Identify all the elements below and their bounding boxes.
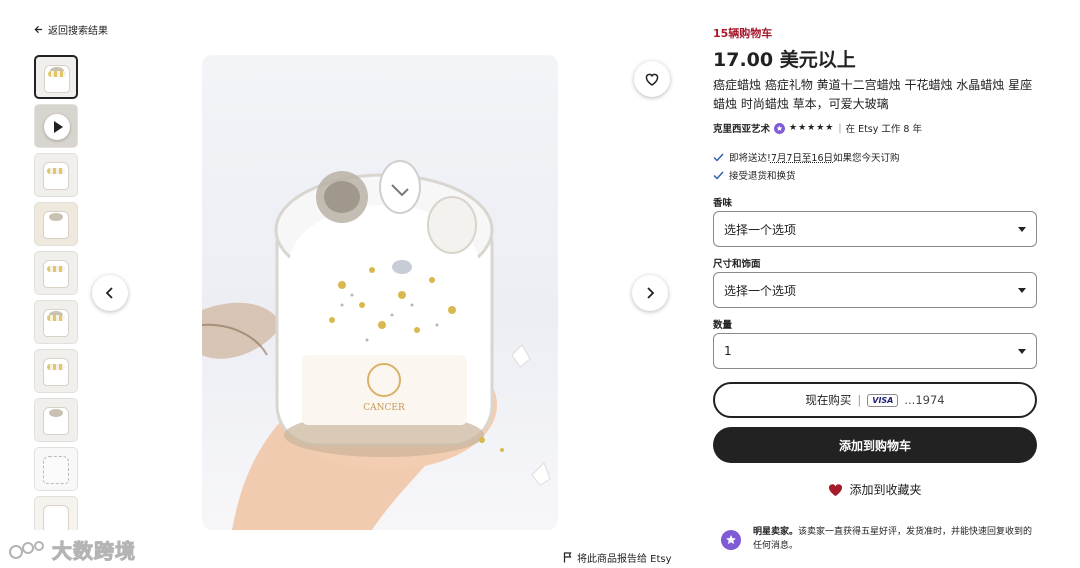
shipping-estimate: 即将送达!7月7日至16日如果您今天订购	[713, 150, 900, 164]
favorite-heart-button[interactable]	[634, 61, 670, 97]
heart-filled-icon	[829, 483, 843, 496]
shipping-suffix: 如果您今天订购	[833, 153, 900, 164]
chevron-left-icon	[105, 287, 113, 299]
report-listing-link[interactable]: 将此商品报告给 Etsy	[563, 550, 672, 565]
thumbnail-9[interactable]	[34, 447, 78, 491]
watermark-logo	[9, 540, 44, 559]
thumbnail-6[interactable]	[34, 300, 78, 344]
price: 17.00 美元以上	[713, 49, 856, 71]
buy-now-button[interactable]: 现在购买 | VISA ...1974	[713, 382, 1037, 418]
back-link-label: 返回搜索结果	[48, 26, 108, 37]
add-to-favorites-button[interactable]: 添加到收藏夹	[713, 481, 1037, 498]
thumbnail-video[interactable]	[34, 104, 78, 148]
thumbnail-strip	[34, 55, 80, 530]
thumbnail-3[interactable]	[34, 153, 78, 197]
candle-photo-illustration: CANCER	[202, 160, 551, 530]
returns-policy: 接受退货和换货	[713, 168, 796, 182]
caret-down-icon	[1018, 287, 1026, 293]
star-seller-icon	[721, 530, 741, 550]
thumbnail-1[interactable]	[34, 55, 78, 99]
watermark: 大数跨境	[8, 535, 136, 564]
scent-label: 香味	[713, 198, 733, 209]
returns-text: 接受退货和换货	[729, 171, 796, 182]
scent-select-value: 选择一个选项	[724, 222, 797, 237]
star-seller-text: 明星卖家。该卖家一直获得五星好评，发货准时，并能快速回复收到的任何消息。	[753, 525, 1037, 553]
listing-title: 癌症蜡烛 癌症礼物 黄道十二宫蜡烛 干花蜡烛 水晶蜡烛 星座蜡烛 时尚蜡烛 草本…	[713, 78, 1033, 111]
caret-down-icon	[1018, 348, 1026, 354]
shipping-prefix: 即将送达!	[729, 153, 771, 164]
flag-icon	[563, 552, 572, 563]
thumbnail-8[interactable]	[34, 398, 78, 442]
shop-tenure: 在 Etsy 工作 8 年	[845, 124, 922, 135]
report-label: 将此商品报告给 Etsy	[577, 554, 672, 565]
quantity-select[interactable]: 1	[713, 333, 1037, 369]
main-product-image: CANCER	[202, 55, 558, 530]
back-to-search-link[interactable]: 返回搜索结果	[34, 22, 108, 37]
star-seller-badge-icon	[774, 122, 786, 134]
quantity-label: 数量	[713, 320, 733, 331]
thumbnail-7[interactable]	[34, 349, 78, 393]
star-seller-title: 明星卖家。	[753, 527, 799, 537]
heart-outline-icon	[645, 73, 659, 86]
size-select-value: 选择一个选项	[724, 283, 797, 298]
thumbnail-4[interactable]	[34, 202, 78, 246]
scent-select[interactable]: 选择一个选项	[713, 211, 1037, 247]
arrow-left-icon	[34, 25, 43, 34]
add-to-favorites-label: 添加到收藏夹	[849, 483, 922, 497]
check-icon	[713, 171, 724, 180]
visa-card-icon: VISA	[867, 393, 899, 407]
thumbnail-10[interactable]	[34, 496, 78, 530]
size-finish-select[interactable]: 选择一个选项	[713, 272, 1037, 308]
caret-down-icon	[1018, 226, 1026, 232]
chevron-right-icon	[647, 287, 655, 299]
thumbnail-5[interactable]	[34, 251, 78, 295]
card-last-digits: ...1974	[904, 393, 945, 407]
shop-name-link[interactable]: 克里西亚艺术	[713, 121, 770, 135]
next-image-button[interactable]	[632, 275, 668, 311]
buy-now-label: 现在购买	[805, 393, 852, 407]
size-finish-label: 尺寸和饰面	[713, 259, 761, 270]
check-icon	[713, 153, 724, 162]
play-icon	[44, 114, 70, 140]
svg-text:CANCER: CANCER	[363, 403, 405, 413]
add-to-cart-button[interactable]: 添加到购物车	[713, 427, 1037, 463]
shop-info: 克里西亚艺术 ★★★★★ | 在 Etsy 工作 8 年	[713, 121, 922, 135]
cart-count-note: 15辆购物车	[713, 27, 773, 40]
rating-stars[interactable]: ★★★★★	[789, 123, 834, 133]
watermark-text: 大数跨境	[52, 539, 136, 564]
star-seller-info: 明星卖家。该卖家一直获得五星好评，发货准时，并能快速回复收到的任何消息。	[721, 525, 1037, 553]
quantity-value: 1	[724, 344, 732, 358]
previous-image-button[interactable]	[92, 275, 128, 311]
shipping-dates[interactable]: 7月7日至16日	[771, 153, 833, 164]
